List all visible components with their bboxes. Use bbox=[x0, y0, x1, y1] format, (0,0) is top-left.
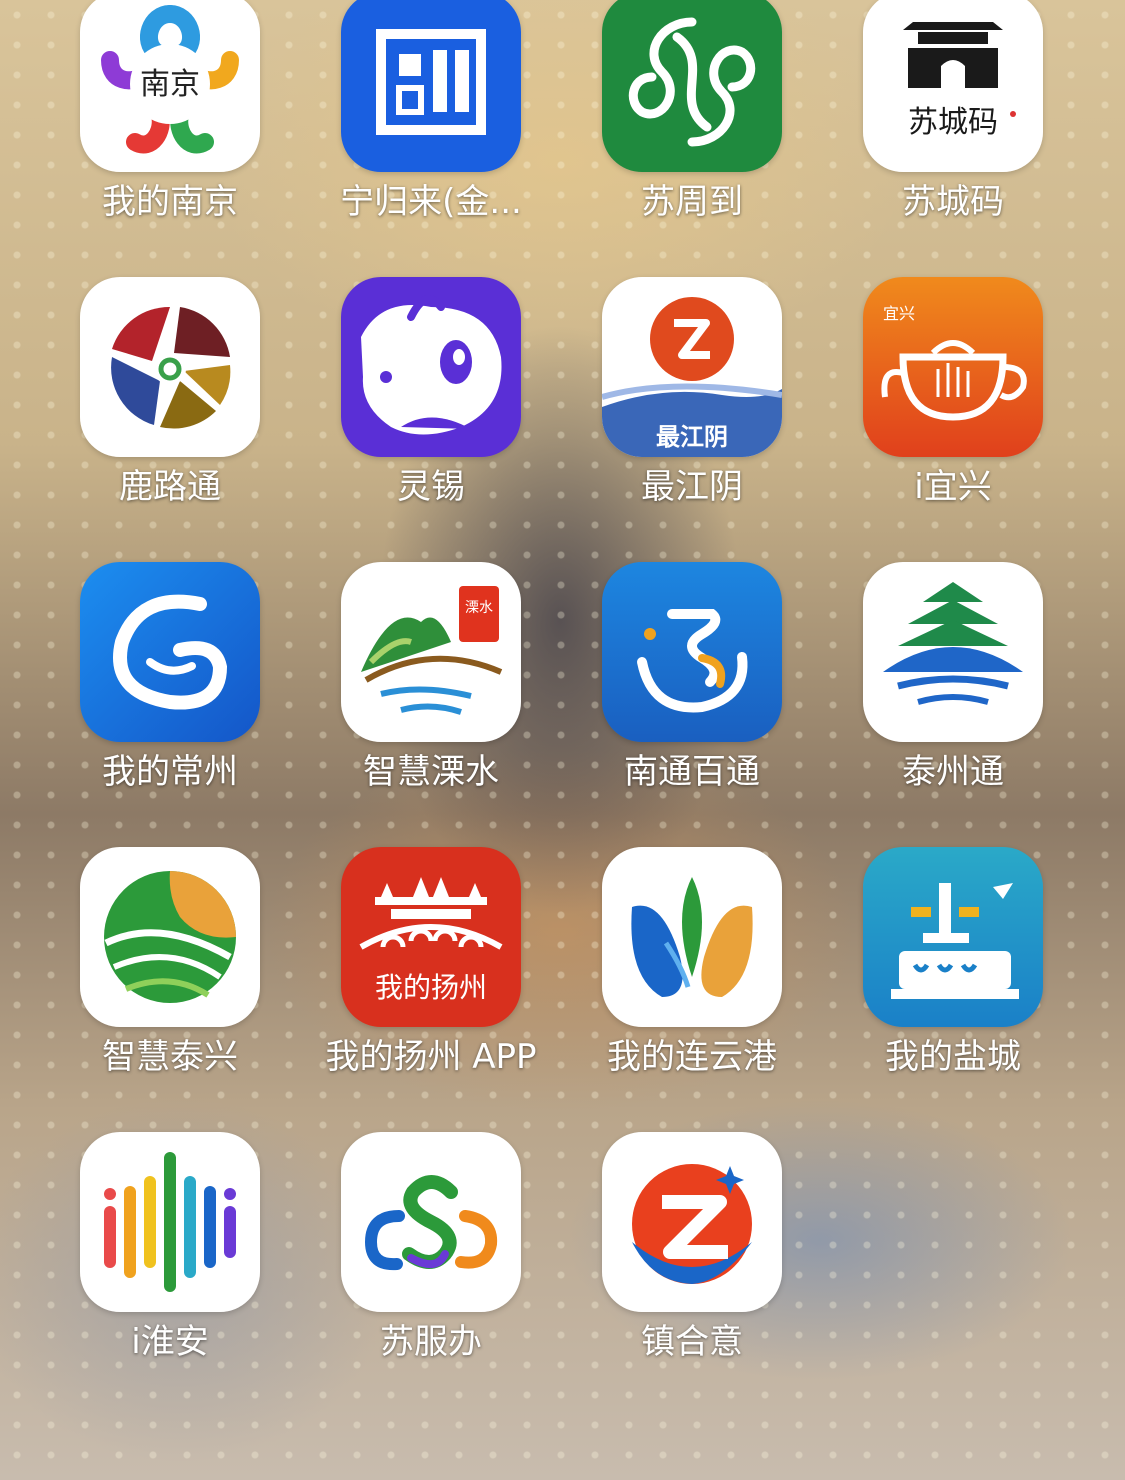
my-changzhou-icon bbox=[80, 562, 260, 742]
lu-lu-tong-icon bbox=[80, 277, 260, 457]
zhihui-lishui-icon-text: 溧水 bbox=[465, 600, 493, 616]
app-label: 宁归来(金... bbox=[340, 182, 522, 222]
my-yangzhou-icon: 我的扬州 bbox=[341, 847, 521, 1027]
app-label: i宜兴 bbox=[914, 467, 992, 507]
app-label: 我的连云港 bbox=[607, 1037, 777, 1077]
i-huaian-icon bbox=[80, 1132, 260, 1312]
zhihui-taixing-icon bbox=[80, 847, 260, 1027]
su-zhou-dao-icon bbox=[602, 0, 782, 172]
my-nanjing-icon-text: 南京 bbox=[140, 67, 200, 102]
my-nanjing-icon: 南京 bbox=[80, 0, 260, 172]
app-label: 智慧泰兴 bbox=[102, 1037, 238, 1077]
app-label: 苏城码 bbox=[902, 182, 1004, 222]
zhihui-lishui-icon: 溧水 bbox=[341, 562, 521, 742]
su-fu-ban-icon bbox=[341, 1132, 521, 1312]
i-yixing-icon-text: 宜兴 bbox=[883, 304, 915, 323]
app-label: 苏周到 bbox=[641, 182, 743, 222]
app-label: 我的南京 bbox=[102, 182, 238, 222]
app-label: 我的盐城 bbox=[885, 1037, 1021, 1077]
app-label: 智慧溧水 bbox=[363, 752, 499, 792]
app-label: 苏服办 bbox=[380, 1322, 482, 1362]
app-label: 镇合意 bbox=[641, 1322, 743, 1362]
ling-xi-icon bbox=[341, 277, 521, 457]
app-label: 我的扬州 APP bbox=[325, 1037, 537, 1077]
zui-jiangyin-icon-text: 最江阴 bbox=[656, 423, 728, 451]
app-label: 最江阴 bbox=[641, 467, 743, 507]
taizhou-tong-icon bbox=[863, 562, 1043, 742]
app-label: 灵锡 bbox=[397, 467, 465, 507]
zui-jiangyin-icon: 最江阴 bbox=[602, 277, 782, 457]
my-lianyungang-icon bbox=[602, 847, 782, 1027]
app-label: 泰州通 bbox=[902, 752, 1004, 792]
zhen-he-yi-icon bbox=[602, 1132, 782, 1312]
i-yixing-icon: 宜兴 bbox=[863, 277, 1043, 457]
app-label: 我的常州 bbox=[102, 752, 238, 792]
home-screen-app-grid: 南京 我的南京 宁归来(金... 苏周到 苏城码 苏城码 鹿路通 灵锡 最江阴 … bbox=[0, 0, 1125, 1480]
su-cheng-ma-icon-text: 苏城码 bbox=[908, 105, 998, 140]
my-yancheng-icon bbox=[863, 847, 1043, 1027]
my-yangzhou-icon-text: 我的扬州 bbox=[375, 971, 487, 1004]
app-label: 鹿路通 bbox=[119, 467, 221, 507]
nantong-baitong-icon bbox=[602, 562, 782, 742]
ning-gui-lai-icon bbox=[341, 0, 521, 172]
app-label: i淮安 bbox=[131, 1322, 209, 1362]
app-label: 南通百通 bbox=[624, 752, 760, 792]
su-cheng-ma-icon: 苏城码 bbox=[863, 0, 1043, 172]
